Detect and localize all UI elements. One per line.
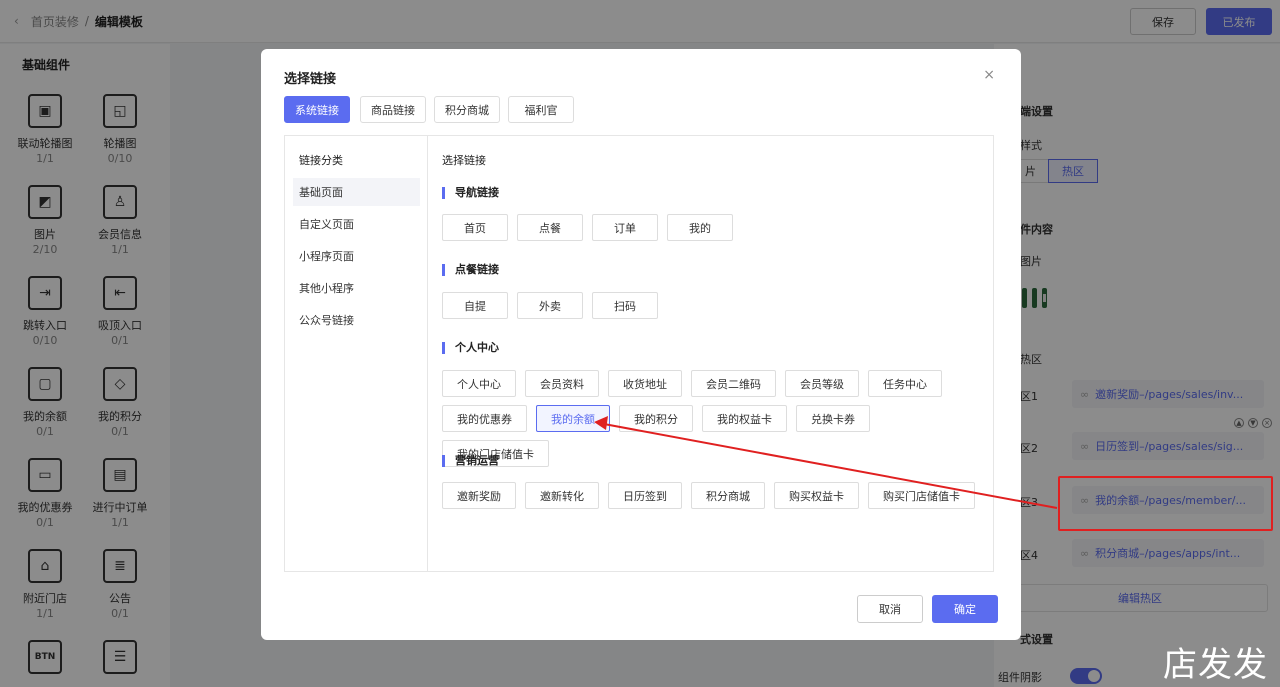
link-category-item[interactable]: 其他小程序 <box>293 274 420 302</box>
cancel-button[interactable]: 取消 <box>857 595 923 623</box>
dialog-tab[interactable]: 福利官 <box>508 96 574 123</box>
link-option-button[interactable]: 个人中心 <box>442 370 516 397</box>
dialog-tab[interactable]: 积分商城 <box>434 96 500 123</box>
link-option-button[interactable]: 点餐 <box>517 214 583 241</box>
confirm-button[interactable]: 确定 <box>932 595 998 623</box>
dialog-tab[interactable]: 商品链接 <box>360 96 426 123</box>
category-header: 链接分类 <box>299 154 343 167</box>
dialog-body: 链接分类 基础页面自定义页面小程序页面其他小程序公众号链接 选择链接 导航链接首… <box>284 135 994 572</box>
select-link-dialog: 选择链接 × 系统链接 商品链接 积分商城 福利官 链接分类 基础页面 自定义页面 小程序… <box>261 49 1021 640</box>
link-category-item[interactable]: 基础页面 <box>293 178 420 206</box>
link-option-button[interactable]: 邀新转化 <box>525 482 599 509</box>
link-option-button[interactable]: 我的权益卡 <box>702 405 787 432</box>
link-section-title: 个人中心 <box>442 342 499 354</box>
watermark: 店发发 <box>1163 645 1268 685</box>
dialog-title: 选择链接 <box>284 72 337 87</box>
link-option-button[interactable]: 订单 <box>592 214 658 241</box>
link-category-item[interactable]: 公众号链接 <box>293 306 420 334</box>
link-option-button[interactable]: 收货地址 <box>608 370 682 397</box>
link-option-button[interactable]: 我的余额 <box>536 405 610 432</box>
link-section-title: 营销运营 <box>442 455 499 467</box>
dialog-tab[interactable]: 系统链接 <box>284 96 350 123</box>
highlight-box <box>1058 476 1273 531</box>
link-option-button[interactable]: 购买门店储值卡 <box>868 482 975 509</box>
link-option-button[interactable]: 日历签到 <box>608 482 682 509</box>
link-category-list: 链接分类 基础页面自定义页面小程序页面其他小程序公众号链接 <box>285 136 428 571</box>
link-option-button[interactable]: 会员等级 <box>785 370 859 397</box>
link-option-button[interactable]: 首页 <box>442 214 508 241</box>
links-header: 选择链接 <box>442 154 486 167</box>
link-option-button[interactable]: 任务中心 <box>868 370 942 397</box>
link-option-button[interactable]: 扫码 <box>592 292 658 319</box>
link-option-button[interactable]: 邀新奖励 <box>442 482 516 509</box>
link-option-button[interactable]: 外卖 <box>517 292 583 319</box>
close-icon[interactable]: × <box>983 67 995 83</box>
link-category-item[interactable]: 自定义页面 <box>293 210 420 238</box>
link-option-button[interactable]: 会员资料 <box>525 370 599 397</box>
link-option-button[interactable]: 我的优惠券 <box>442 405 527 432</box>
link-section-title: 点餐链接 <box>442 264 499 276</box>
link-option-button[interactable]: 购买权益卡 <box>774 482 859 509</box>
link-category-item[interactable]: 小程序页面 <box>293 242 420 270</box>
link-option-button[interactable]: 兑换卡券 <box>796 405 870 432</box>
link-option-button[interactable]: 会员二维码 <box>691 370 776 397</box>
link-option-button[interactable]: 我的 <box>667 214 733 241</box>
link-option-button[interactable]: 自提 <box>442 292 508 319</box>
link-section-title: 导航链接 <box>442 187 499 199</box>
link-option-button[interactable]: 积分商城 <box>691 482 765 509</box>
link-option-button[interactable]: 我的积分 <box>619 405 693 432</box>
